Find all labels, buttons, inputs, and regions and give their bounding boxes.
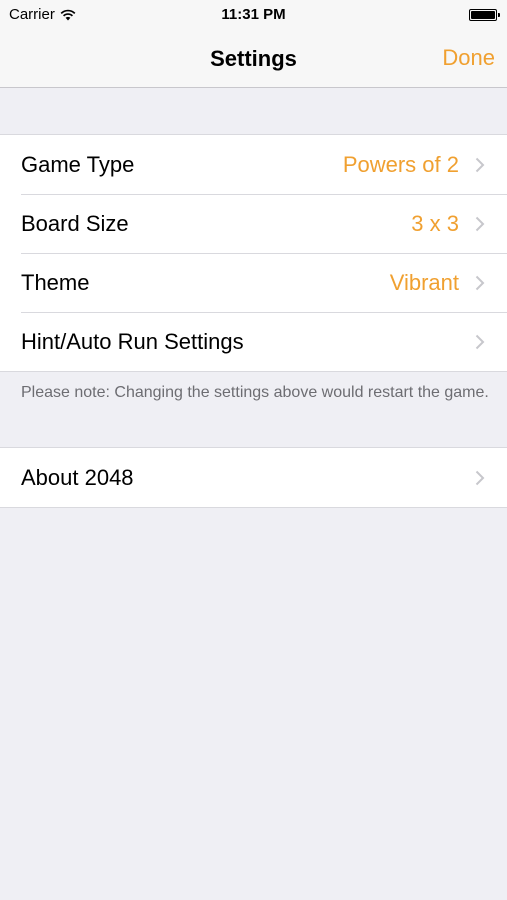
navigation-bar: Settings Done <box>0 30 507 88</box>
board-size-label: Board Size <box>21 210 129 236</box>
board-size-row[interactable]: Board Size 3 x 3 <box>0 194 507 253</box>
done-button[interactable]: Done <box>442 45 495 71</box>
game-type-label: Game Type <box>21 151 135 177</box>
chevron-right-icon <box>475 157 485 172</box>
settings-group: Game Type Powers of 2 Board Size 3 x 3 T… <box>0 134 507 372</box>
chevron-right-icon <box>475 275 485 290</box>
status-time: 11:31 PM <box>221 6 286 23</box>
theme-row[interactable]: Theme Vibrant <box>0 253 507 312</box>
chevron-right-icon <box>475 470 485 485</box>
status-bar: Carrier 11:31 PM <box>0 0 507 30</box>
chevron-right-icon <box>475 334 485 349</box>
about-label: About 2048 <box>21 464 134 490</box>
theme-value: Vibrant <box>389 269 459 295</box>
chevron-right-icon <box>475 216 485 231</box>
hint-auto-run-label: Hint/Auto Run Settings <box>21 328 244 354</box>
theme-label: Theme <box>21 269 90 295</box>
game-type-value: Powers of 2 <box>342 151 459 177</box>
about-row[interactable]: About 2048 <box>0 448 507 507</box>
hint-auto-run-row[interactable]: Hint/Auto Run Settings <box>0 312 507 371</box>
page-title: Settings <box>210 46 297 71</box>
battery-icon <box>469 9 500 21</box>
board-size-value: 3 x 3 <box>411 210 459 236</box>
settings-footnote: Please note: Changing the settings above… <box>21 384 489 401</box>
game-type-row[interactable]: Game Type Powers of 2 <box>0 135 507 194</box>
about-group: About 2048 <box>0 447 507 508</box>
